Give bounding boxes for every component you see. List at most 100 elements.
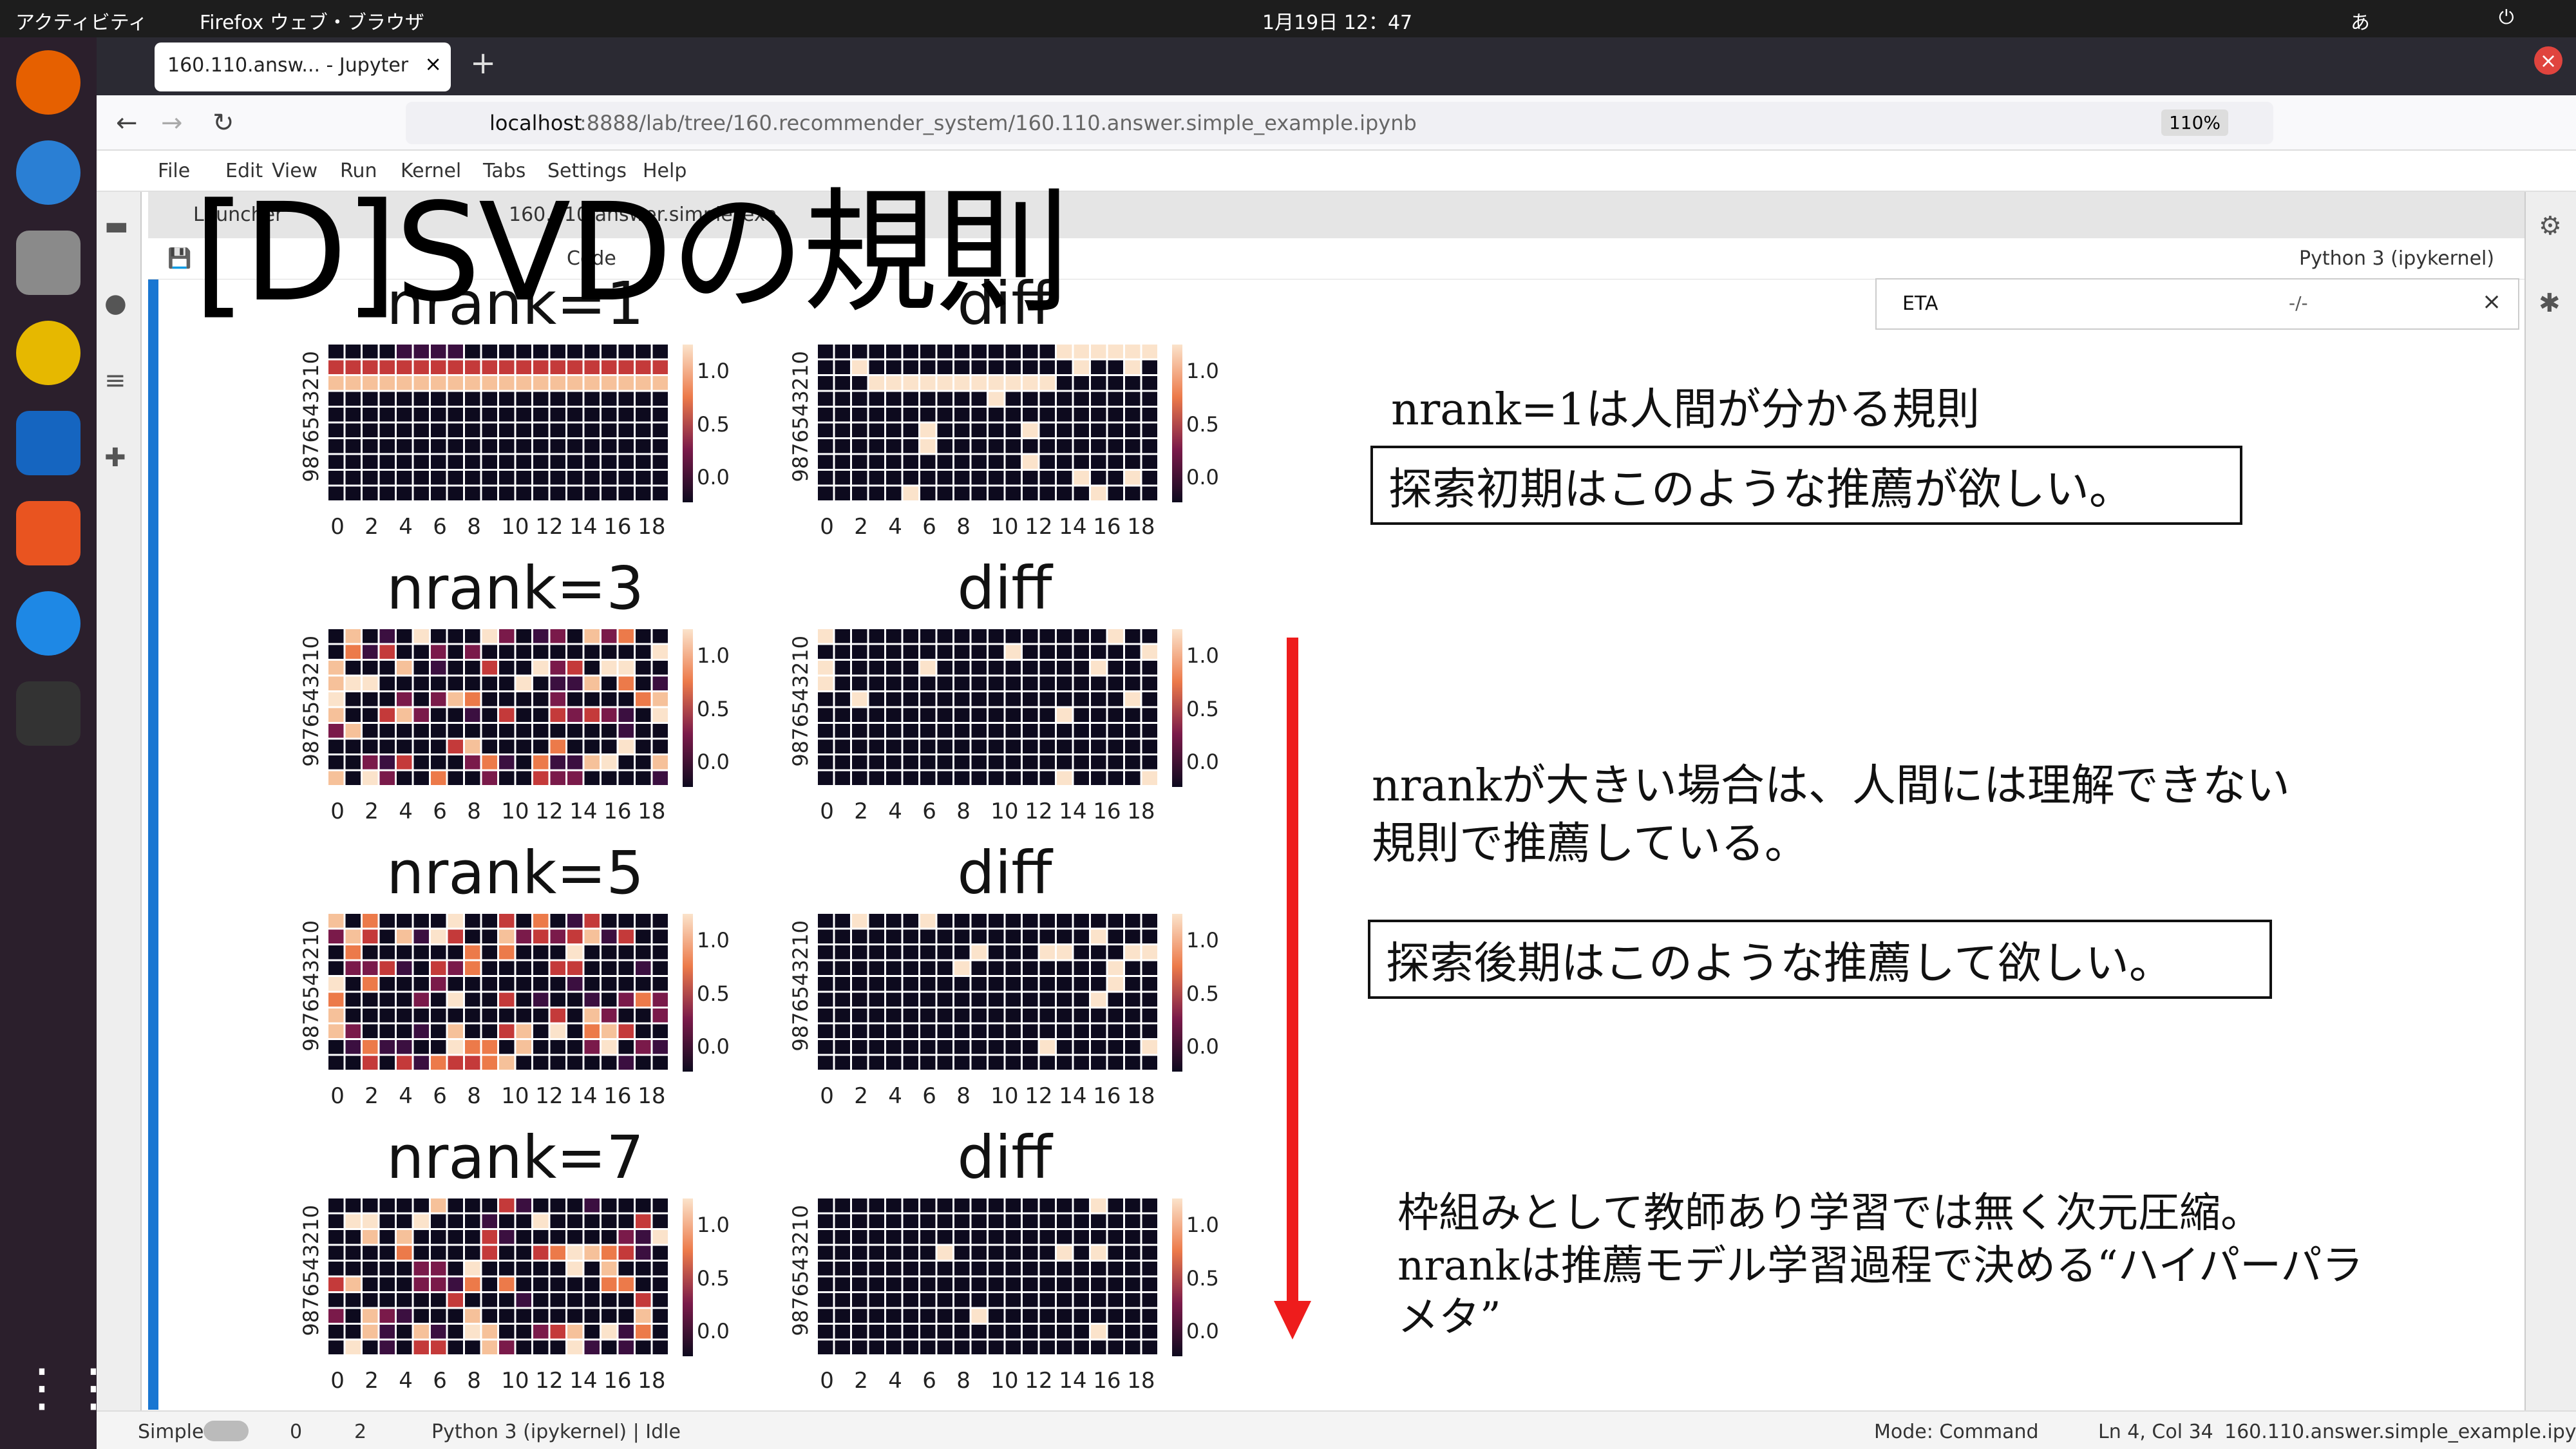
- heatmap-cell: [1108, 692, 1123, 706]
- heatmap-cell: [363, 1198, 378, 1213]
- heatmap-cell: [567, 645, 583, 659]
- heatmap-cell: [379, 629, 395, 643]
- heatmap-cell: [937, 708, 952, 722]
- heatmap-cell: [954, 1009, 970, 1023]
- heatmap-cell: [1108, 1214, 1123, 1228]
- heatmap-cell: [1023, 629, 1038, 643]
- heatmap-cell: [886, 1309, 902, 1323]
- heatmap-cell: [636, 360, 651, 374]
- heatmap-cell: [1125, 1245, 1141, 1260]
- heatmap-cell: [601, 345, 617, 359]
- heatmap-cell: [499, 771, 515, 785]
- heatmap-cell: [550, 771, 565, 785]
- heatmap-cell: [971, 914, 987, 928]
- heatmap-cell: [818, 1214, 833, 1228]
- heatmap-cell: [448, 755, 463, 770]
- heatmap-cell: [482, 724, 497, 738]
- heatmap-cell: [601, 1277, 617, 1291]
- heatmap-cell: [1023, 676, 1038, 690]
- heatmap-cell: [886, 914, 902, 928]
- heatmap-cell: [584, 1340, 600, 1354]
- heatmap-cell: [1005, 471, 1021, 485]
- heatmap-cell: [1091, 1024, 1106, 1038]
- heatmap-cell: [1057, 345, 1072, 359]
- heatmap-cell: [363, 1277, 378, 1291]
- heatmap-cell: [954, 1325, 970, 1339]
- heatmap-cell: [989, 1325, 1004, 1339]
- heatmap-cell: [852, 692, 867, 706]
- heatmap-cell: [328, 645, 344, 659]
- annotation-late: 探索後期はこのような推薦して欲しい。: [1368, 920, 2272, 999]
- heatmap-cell: [516, 755, 531, 770]
- heatmap-cell: [601, 1340, 617, 1354]
- heatmap-cell: [601, 645, 617, 659]
- heatmap-cell: [499, 755, 515, 770]
- colorbar: [1172, 629, 1182, 787]
- heatmap-cell: [652, 1040, 668, 1054]
- x-tick-label: 14: [569, 1368, 598, 1394]
- heatmap-cell: [835, 929, 850, 943]
- heatmap-cell: [818, 423, 833, 437]
- heatmap-cell: [652, 992, 668, 1007]
- kernel-status[interactable]: Python 3 (ipykernel) | Idle: [431, 1421, 681, 1443]
- cursor-position[interactable]: Ln 4, Col 34: [2098, 1421, 2213, 1443]
- heatmap-cell: [886, 1214, 902, 1228]
- heatmap-cell: [1023, 661, 1038, 675]
- heatmap-cell: [1039, 1024, 1055, 1038]
- heatmap-cell: [379, 692, 395, 706]
- heatmap-cell: [852, 392, 867, 406]
- colorbar-tick-label: 0.5: [697, 696, 730, 721]
- heatmap-cell: [482, 376, 497, 390]
- heatmap-cell: [618, 1245, 634, 1260]
- heatmap-cell: [1074, 439, 1089, 453]
- heatmap-cell: [516, 1024, 531, 1038]
- annotation-framework-2: nrankは推薦モデル学習過程で決める“ハイパーパラ: [1397, 1242, 2363, 1290]
- heatmap-cell: [482, 914, 497, 928]
- heatmap-cell: [618, 360, 634, 374]
- heatmap-cell: [1091, 645, 1106, 659]
- heatmap-cell: [1142, 676, 1157, 690]
- heatmap-cell: [818, 977, 833, 991]
- heatmap-cell: [835, 392, 850, 406]
- heatmap-cell: [903, 360, 918, 374]
- heatmap-cell: [465, 376, 480, 390]
- heatmap-cell: [852, 1325, 867, 1339]
- heatmap-cell: [601, 992, 617, 1007]
- heatmap-cell: [652, 486, 668, 500]
- heatmap-cell: [954, 992, 970, 1007]
- heatmap-cell: [397, 1024, 412, 1038]
- heatmap-cell: [1074, 423, 1089, 437]
- heatmap-cell: [989, 486, 1004, 500]
- heatmap-cell: [499, 1309, 515, 1323]
- simple-mode-toggle[interactable]: [204, 1421, 249, 1441]
- heatmap-cell: [363, 1214, 378, 1228]
- heatmap-cell: [886, 408, 902, 422]
- heatmap-cell: [601, 629, 617, 643]
- heatmap-cell: [818, 1245, 833, 1260]
- heatmap-cell: [601, 455, 617, 469]
- heatmap-cell: [954, 439, 970, 453]
- heatmap-cell: [413, 408, 429, 422]
- heatmap-cell: [618, 1056, 634, 1070]
- heatmap-cell: [1023, 1293, 1038, 1307]
- heatmap-cell: [1039, 1230, 1055, 1244]
- heatmap-cell: [1091, 929, 1106, 943]
- heatmap-cell: [499, 455, 515, 469]
- heatmap-cell: [636, 1325, 651, 1339]
- heatmap-cell: [550, 992, 565, 1007]
- heatmap-cell: [465, 471, 480, 485]
- heatmap-cell: [328, 1214, 344, 1228]
- heatmap-cell: [1125, 1277, 1141, 1291]
- heatmap-cell: [397, 992, 412, 1007]
- heatmap-cell: [431, 360, 446, 374]
- heatmap-cell: [1039, 914, 1055, 928]
- heatmap-cell: [618, 914, 634, 928]
- x-tick-label: 14: [569, 1083, 598, 1109]
- heatmap-cell: [413, 1325, 429, 1339]
- heatmap-cell: [1023, 423, 1038, 437]
- heatmap-cell: [989, 1277, 1004, 1291]
- heatmap-cell: [533, 408, 549, 422]
- heatmap-cell: [937, 1198, 952, 1213]
- heatmap-cell: [1039, 455, 1055, 469]
- heatmap-cell: [567, 692, 583, 706]
